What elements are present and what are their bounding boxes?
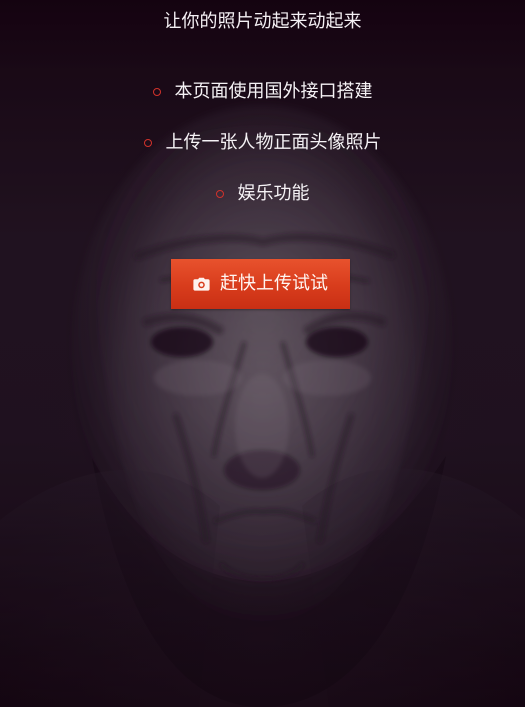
page-title: 让你的照片动起来动起来 (163, 11, 362, 32)
feature-label: 本页面使用国外接口搭建 (174, 81, 373, 102)
feature-item-interface: 本页面使用国外接口搭建 (0, 80, 525, 104)
feature-list: 本页面使用国外接口搭建 上传一张人物正面头像照片 娱乐功能 (0, 80, 525, 233)
feature-item-upload-instruction: 上传一张人物正面头像照片 (0, 131, 525, 155)
red-bullet-icon (152, 88, 161, 96)
feature-label: 上传一张人物正面头像照片 (165, 132, 382, 153)
camera-icon (193, 277, 210, 291)
upload-button-label: 赶快上传试试 (220, 273, 328, 294)
upload-photo-button[interactable]: 赶快上传试试 (171, 259, 350, 309)
feature-item-entertainment: 娱乐功能 (0, 182, 525, 206)
red-bullet-icon (215, 190, 224, 198)
feature-label: 娱乐功能 (237, 183, 310, 204)
page-background: 让你的照片动起来动起来 本页面使用国外接口搭建 上传一张人物正面头像照片 娱乐功… (0, 0, 525, 707)
red-bullet-icon (143, 139, 152, 147)
